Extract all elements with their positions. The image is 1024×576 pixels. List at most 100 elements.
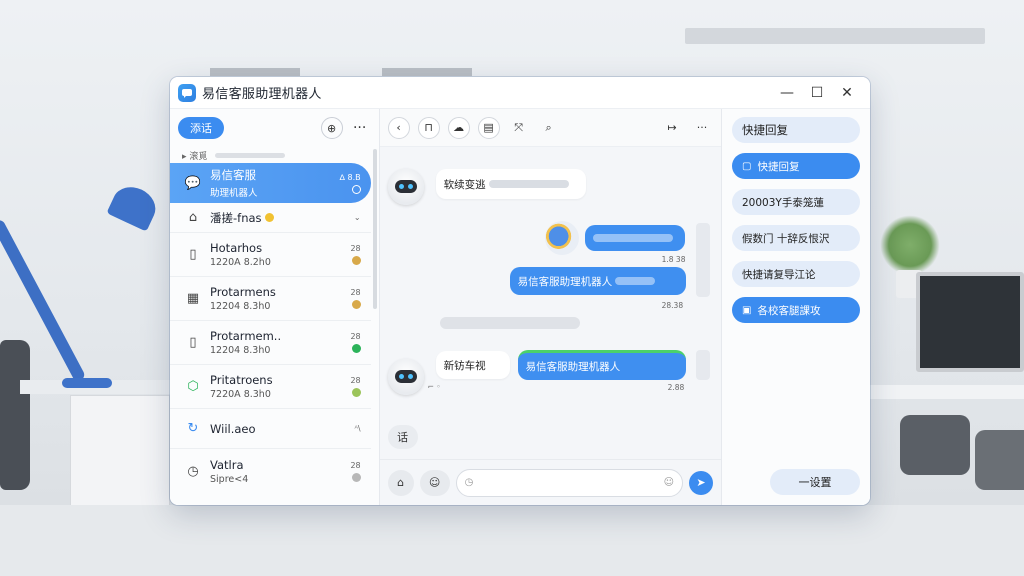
conversation-time: 28 — [350, 332, 361, 341]
conversation-item[interactable]: ▯ Protarmem.. 12204 8.3h0 28 — [170, 321, 371, 365]
quick-reply-item[interactable]: ▣ 各校客腿課攻 — [732, 297, 860, 323]
chat-panel: ‹ ⊓ ☁ ▤ ⤧ ⌕ ↦ ··· 软续变逃 1.8 38 易信客服助理机器人 … — [379, 109, 721, 505]
conversation-preview: 7220A 8.3h0 — [210, 389, 271, 400]
conversation-preview: 1220A 8.2h0 — [210, 257, 271, 268]
maximize-button[interactable]: ☐ — [804, 81, 830, 105]
group-header[interactable]: ▸ 滚覓 — [170, 147, 379, 163]
folder-icon: ⌂ — [188, 210, 198, 225]
document-icon: ▯ — [189, 247, 197, 262]
sticker-icon[interactable]: ☺ — [664, 477, 674, 488]
conversation-preview: 12204 8.3h0 — [210, 301, 271, 312]
status-dot — [351, 256, 361, 265]
incoming-message: 新钫车视 — [435, 351, 510, 379]
bot-avatar — [387, 359, 424, 395]
conversation-name: 潘搓-fnas — [210, 210, 354, 226]
conversation-preview: Sipre<4 — [210, 473, 249, 485]
quick-reply-panel: 快捷回复 ▢ 快捷回复 20003Y手泰笼蓮 假数门 十辞反恨沢 快捷请复导江论… — [721, 109, 870, 505]
new-chat-button[interactable]: 添话 — [178, 117, 224, 139]
chat-bubble-icon: 💬 — [184, 175, 202, 191]
back-icon[interactable]: ‹ — [387, 116, 410, 139]
status-dot — [351, 300, 361, 309]
home-icon[interactable]: ⌂ — [387, 469, 414, 496]
conversation-item[interactable]: ▯ Hotarhos 1220A 8.2h0 28 — [170, 233, 371, 277]
share-icon[interactable]: ↦ — [661, 117, 683, 139]
app-window: 易信客服助理机器人 — ☐ ✕ 添话 ⊕ ··· ▸ 滚覓 💬 易信客服 助理机… — [170, 77, 870, 505]
voice-icon[interactable]: ◷ — [465, 477, 474, 488]
conversation-item[interactable]: ◷ Vatlra Sipre<4 28 — [170, 449, 371, 493]
conversation-time: 28 — [350, 376, 361, 385]
title-bar: 易信客服助理机器人 — ☐ ✕ — [170, 77, 870, 109]
more-icon[interactable]: ··· — [691, 117, 713, 139]
chat-toolbar: ‹ ⊓ ☁ ▤ ⤧ ⌕ ↦ ··· — [379, 109, 721, 147]
chevron-down-icon[interactable]: ⌄ — [354, 213, 361, 222]
status-dot — [351, 472, 361, 482]
cloud-icon[interactable]: ☁ — [447, 116, 470, 139]
quick-reply-item[interactable]: 假数门 十辞反恨沢 — [732, 225, 860, 251]
conversation-name: Pritatroens — [210, 373, 273, 387]
note-icon[interactable]: ▤ — [477, 116, 500, 139]
conversation-item[interactable]: ⬡ Pritatroens 7220A 8.3h0 28 — [170, 365, 371, 409]
emoji-icon[interactable]: ☺ — [419, 469, 450, 496]
send-button[interactable]: ➤ — [689, 470, 713, 495]
conversation-list: 💬 易信客服 助理机器人 ᐃ 8.B ⌂ 潘搓-fnas ⌄ ▯ Hotarho… — [170, 163, 379, 493]
outgoing-message: 易信客服助理机器人 — [509, 267, 686, 295]
quick-reply-title: 快捷回复 — [732, 117, 860, 143]
close-button[interactable]: ✕ — [834, 81, 860, 105]
expand-icon[interactable]: ⤧ — [508, 117, 530, 139]
building-icon: ▦ — [186, 291, 200, 306]
status-dot — [351, 344, 361, 353]
shield-icon: ⬡ — [187, 379, 199, 394]
conversation-name: Vatlra — [210, 457, 244, 472]
emoji-icon — [265, 212, 275, 222]
conversation-meta: ᐃ 8.B — [339, 172, 361, 182]
conversation-time: 28 — [350, 288, 361, 297]
lock-icon[interactable]: ⊓ — [417, 116, 440, 139]
conversation-item[interactable]: ⌂ 潘搓-fnas ⌄ — [170, 203, 371, 233]
status-dot — [351, 388, 361, 397]
square-icon: ▣ — [742, 304, 752, 316]
minimize-button[interactable]: — — [774, 81, 800, 105]
bot-avatar — [387, 169, 424, 205]
conversation-meta: ᴬ\ — [354, 424, 361, 433]
search-icon[interactable]: ⌕ — [538, 117, 560, 139]
conversation-item[interactable]: ▦ Protarmens 12204 8.3h0 28 — [170, 277, 371, 321]
document-icon: ▯ — [189, 335, 197, 350]
group-label: ▸ 滚覓 — [182, 151, 208, 162]
settings-button[interactable]: 一设置 — [770, 469, 860, 495]
outgoing-message — [584, 225, 685, 251]
message-time: 1.8 38 — [661, 255, 686, 264]
system-notice — [439, 317, 580, 329]
outgoing-message: 易信客服助理机器人 — [517, 350, 686, 380]
conversation-preview: 12204 8.3h0 — [210, 345, 271, 356]
square-icon: ▢ — [742, 160, 752, 172]
quick-phrase-button[interactable]: 话 — [387, 425, 418, 449]
message-input-box[interactable]: ◷ ☺ — [455, 468, 683, 497]
conversation-sidebar: 添话 ⊕ ··· ▸ 滚覓 💬 易信客服 助理机器人 ᐃ 8.B ⌂ 潘搓-fn… — [170, 109, 380, 505]
message-time: 2.88 — [667, 383, 685, 392]
conversation-item[interactable]: 💬 易信客服 助理机器人 ᐃ 8.B — [170, 163, 371, 203]
message-status: ⌐ ◦ — [427, 382, 441, 391]
conversation-name: 易信客服 — [210, 168, 256, 182]
attachment-card[interactable] — [695, 350, 710, 380]
attachment-card[interactable] — [695, 223, 710, 297]
conversation-time: 28 — [350, 460, 361, 470]
conversation-preview: 助理机器人 — [210, 188, 258, 199]
message-input[interactable] — [479, 477, 658, 488]
app-title: 易信客服助理机器人 — [202, 87, 322, 102]
quick-reply-item[interactable]: 20003Y手泰笼蓮 — [732, 189, 860, 215]
conversation-name: Hotarhos — [210, 241, 263, 255]
status-dot — [351, 184, 361, 194]
add-contact-icon[interactable]: ⊕ — [320, 117, 343, 139]
more-icon[interactable]: ··· — [349, 117, 371, 139]
incoming-message: 软续变逃 — [435, 169, 586, 199]
message-list: 软续变逃 1.8 38 易信客服助理机器人 28.38 ⌐ ◦ 新钫车视 易信客… — [380, 147, 721, 459]
quick-reply-item[interactable]: 快捷请复导江论 — [732, 261, 860, 287]
conversation-time: 28 — [350, 244, 361, 253]
scrollbar[interactable] — [372, 149, 377, 309]
conversation-item[interactable]: ↻ Wiil.aeo ᴬ\ — [170, 409, 371, 449]
conversation-name: Protarmens — [210, 285, 276, 299]
conversation-name: Wiil.aeo — [210, 421, 256, 436]
quick-reply-item[interactable]: ▢ 快捷回复 — [732, 153, 860, 179]
clock-icon: ◷ — [187, 463, 199, 479]
chat-bubble-icon — [178, 83, 196, 102]
